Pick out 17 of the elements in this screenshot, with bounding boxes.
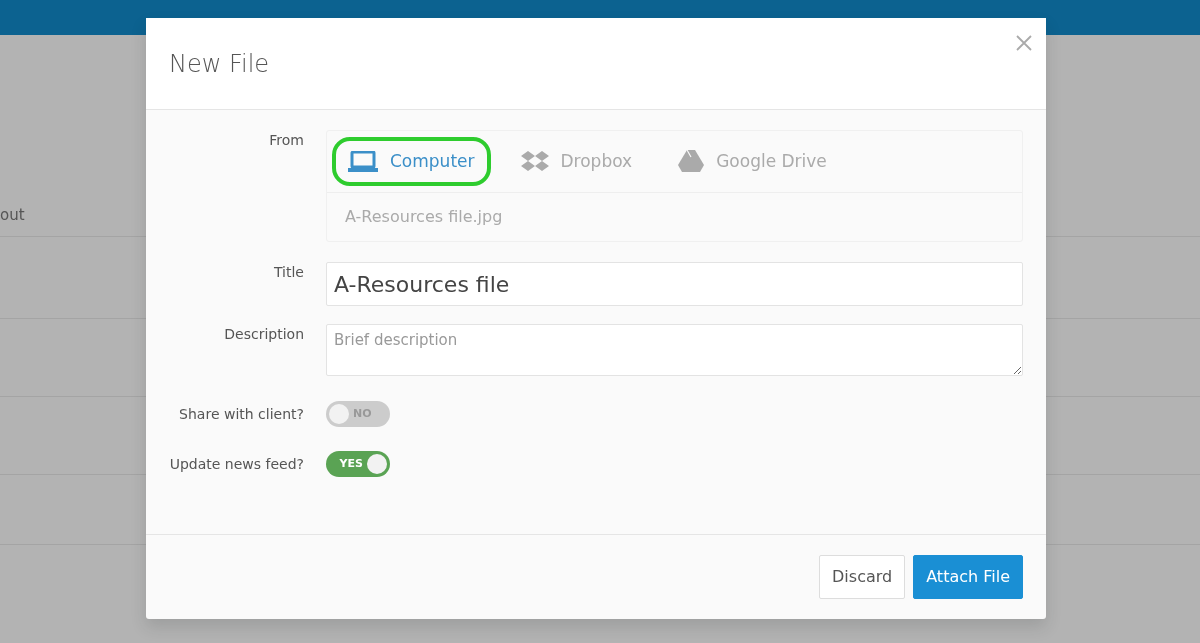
field-label: From [268, 131, 305, 150]
laptop-icon [348, 150, 378, 173]
field-label: Title [273, 263, 305, 282]
file-name: A-Resources file.jpg [344, 206, 504, 228]
field-label: Update news feed? [168, 454, 305, 474]
source-tab[interactable]: Computer [332, 136, 491, 187]
title-field[interactable]: A-Resources file [326, 262, 1023, 306]
field-label: Description [223, 325, 305, 344]
modal-title: New File [169, 50, 271, 79]
description-field[interactable]: Brief description [326, 324, 1023, 376]
source-tab[interactable]: Google Drive [662, 136, 843, 187]
toggle-switch[interactable]: YES [326, 451, 390, 477]
source-tab[interactable]: Dropbox [504, 136, 649, 187]
attach-button[interactable]: Attach File [913, 555, 1023, 599]
column-heading: out [0, 204, 25, 226]
discard-button[interactable]: Discard [819, 555, 906, 599]
field-label: Share with client? [178, 404, 305, 424]
